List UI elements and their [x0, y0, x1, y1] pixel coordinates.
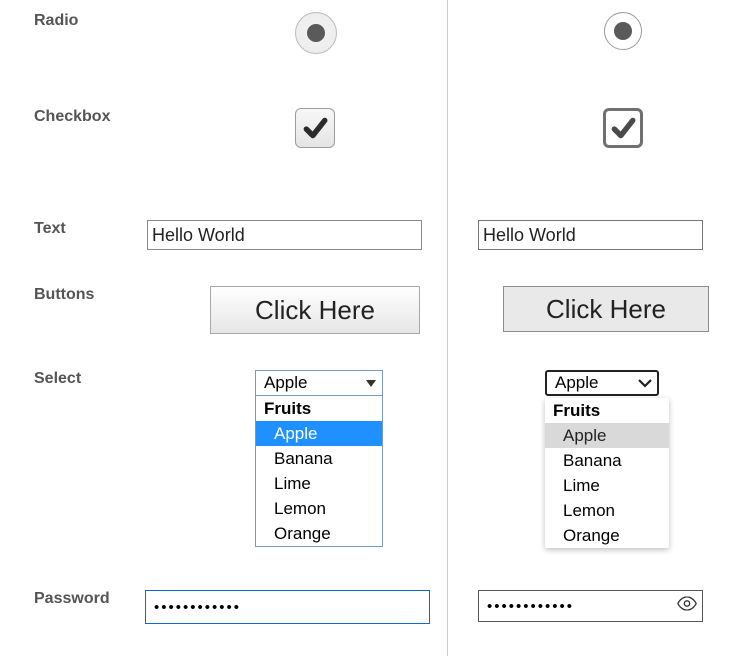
radio-label: Radio: [0, 12, 78, 30]
text-label: Text: [0, 220, 66, 238]
eye-icon[interactable]: [677, 597, 697, 616]
text-input-a[interactable]: [147, 220, 422, 250]
radio-a-dot: [307, 24, 325, 42]
password-input-a[interactable]: [145, 590, 430, 624]
select-b-listbox[interactable]: Fruits Apple Banana Lime Lemon Orange: [545, 398, 669, 548]
radio-b[interactable]: [604, 12, 642, 50]
select-b-option[interactable]: Lemon: [545, 498, 669, 523]
select-a-option[interactable]: Lemon: [256, 496, 382, 521]
select-a-option[interactable]: Banana: [256, 446, 382, 471]
password-input-b[interactable]: [478, 590, 703, 622]
select-a-head[interactable]: Apple: [255, 370, 383, 396]
select-b-option[interactable]: Apple: [545, 423, 669, 448]
select-a-option[interactable]: Apple: [256, 421, 382, 446]
radio-b-dot: [614, 22, 632, 40]
click-here-button-a[interactable]: Click Here: [210, 286, 420, 334]
password-label: Password: [0, 590, 110, 608]
radio-a[interactable]: [295, 12, 337, 54]
select-a-listbox[interactable]: Fruits Apple Banana Lime Lemon Orange: [255, 396, 383, 547]
checkmark-icon: [610, 115, 636, 141]
click-here-button-b[interactable]: Click Here: [503, 286, 709, 332]
select-b-option[interactable]: Lime: [545, 473, 669, 498]
select-a-option[interactable]: Lime: [256, 471, 382, 496]
checkbox-label: Checkbox: [0, 108, 110, 126]
select-a-value: Apple: [264, 373, 307, 393]
buttons-label: Buttons: [0, 286, 94, 304]
chevron-down-icon: [638, 378, 652, 388]
select-b-option[interactable]: Orange: [545, 523, 669, 548]
select-b-option[interactable]: Banana: [545, 448, 669, 473]
select-b-optgroup-label: Fruits: [545, 398, 669, 423]
text-input-b[interactable]: [478, 220, 703, 250]
triangle-down-icon: [366, 380, 376, 387]
select-a-option[interactable]: Orange: [256, 521, 382, 546]
select-a-optgroup-label: Fruits: [256, 396, 382, 421]
select-b-value: Apple: [555, 373, 598, 393]
select-b-head[interactable]: Apple: [545, 370, 659, 396]
select-label: Select: [0, 370, 81, 388]
checkmark-icon: [302, 115, 328, 141]
checkbox-a[interactable]: [295, 108, 335, 148]
checkbox-b[interactable]: [603, 108, 643, 148]
